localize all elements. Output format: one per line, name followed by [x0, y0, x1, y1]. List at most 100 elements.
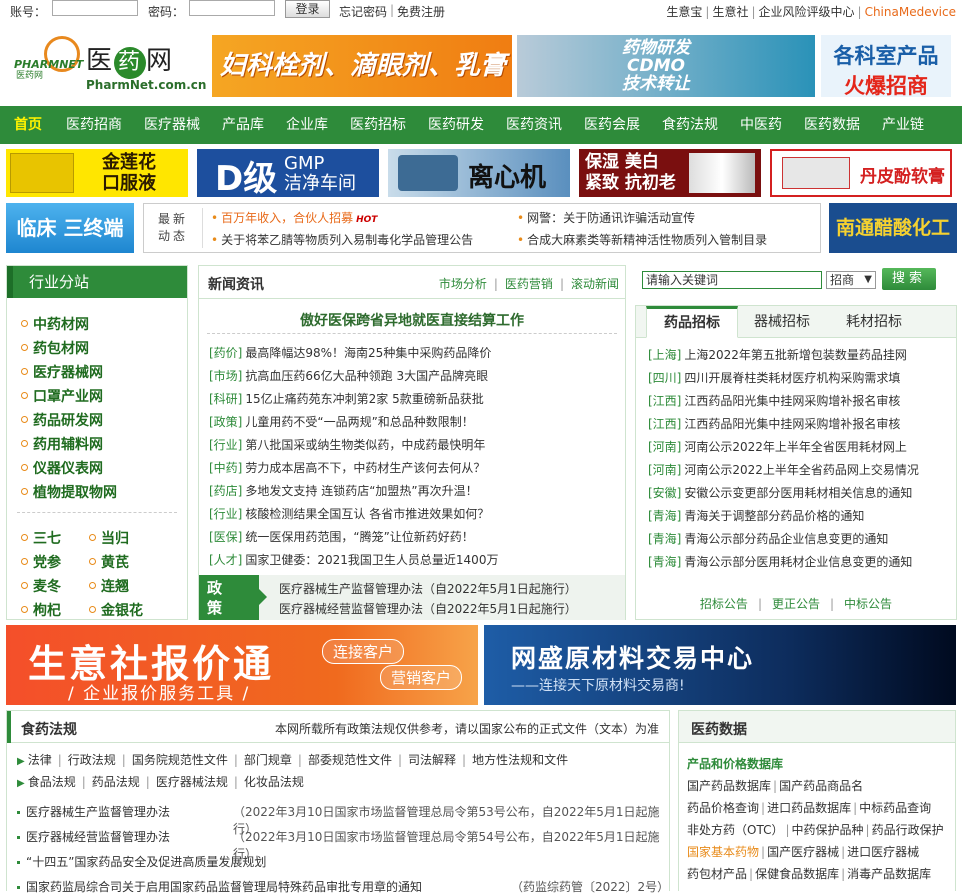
law-cat-link[interactable]: 食品法规 [28, 775, 76, 789]
link-market-analysis[interactable]: 市场分析 [439, 277, 487, 291]
data-link[interactable]: 消毒产品数据库 [847, 867, 931, 881]
register-link[interactable]: 免费注册 [397, 3, 445, 20]
news-row[interactable]: [行业] 第八批国采或纳生物类似药，中成药最快明年 [209, 436, 485, 453]
data-link[interactable]: 药品价格查询 [687, 801, 759, 815]
data-link[interactable]: 中药保护品种 [792, 823, 864, 837]
nav-home[interactable]: 首页 [14, 106, 42, 144]
news-row[interactable]: [药店] 多地发文支持 连锁药店“加盟热”再次升温！ [209, 482, 478, 499]
law-row[interactable]: 医疗器械经营监督管理办法 [17, 828, 170, 845]
ad-skincare[interactable]: 保湿 美白 紧致 抗初老 [579, 149, 761, 197]
herb-link[interactable]: 当归 [89, 528, 129, 548]
account-input[interactable] [52, 0, 138, 16]
login-button[interactable]: 登录 [285, 0, 330, 18]
sidebar-item[interactable]: 植物提取物网 [21, 482, 117, 502]
banner-raw-materials[interactable]: 网盛原材料交易中心 ——连接天下原材料交易商! [484, 625, 956, 705]
nav-data[interactable]: 医药数据 [804, 106, 860, 144]
law-cat-link[interactable]: 化妆品法规 [244, 775, 304, 789]
banner-gynecology[interactable]: 妇科栓剂、滴眼剂、乳膏剂 [212, 35, 512, 97]
law-cat-link[interactable]: 地方性法规和文件 [472, 753, 568, 767]
medical-data-subtitle[interactable]: 产品和价格数据库 [687, 755, 783, 772]
bid-row[interactable]: [河南] 河南公示2022年上半年全省医用耗材网上 [648, 438, 907, 455]
bid-row[interactable]: [安徽] 安徽公示变更部分医用耗材相关信息的通知 [648, 484, 912, 501]
news-row[interactable]: [政策] 儿童用药不受“一品两规”和总品种数限制！ [209, 413, 474, 430]
bid-row[interactable]: [河南] 河南公示2022上半年全省药品网上交易情况 [648, 461, 919, 478]
search-button[interactable]: 搜索 [882, 268, 936, 290]
link-correction-notice[interactable]: 更正公告 [772, 597, 820, 611]
nav-news[interactable]: 医药资讯 [506, 106, 562, 144]
policy-link[interactable]: 医疗器械经营监督管理办法（自2022年5月1日起施行） [279, 600, 577, 617]
herb-link[interactable]: 金银花 [89, 600, 143, 620]
bid-row[interactable]: [江西] 江西药品阳光集中挂网采购增补报名审核 [648, 415, 900, 432]
news-headline[interactable]: 傲好医保跨省异地就医直接结算工作 [199, 310, 625, 330]
ticker-item[interactable]: • 合成大麻素类等新精神活性物质列入管制目录 [517, 231, 767, 248]
data-link[interactable]: 国产药品数据库 [687, 779, 771, 793]
data-link[interactable]: 非处方药（OTC） [687, 823, 783, 837]
policy-link[interactable]: 医疗器械生产监督管理办法（自2022年5月1日起施行） [279, 580, 577, 597]
herb-link[interactable]: 麦冬 [21, 576, 61, 596]
bid-row[interactable]: [上海] 上海2022年第五批新增包装数量药品挂网 [648, 346, 907, 363]
law-row[interactable]: “十四五”国家药品安全及促进高质量发展规划 [17, 853, 266, 870]
nav-products[interactable]: 产品库 [222, 106, 264, 144]
nav-bidding[interactable]: 医药招标 [350, 106, 406, 144]
law-cat-link[interactable]: 部委规范性文件 [308, 753, 392, 767]
data-link[interactable]: 国产药品商品名 [779, 779, 863, 793]
law-cat-link[interactable]: 法律 [28, 753, 52, 767]
herb-link[interactable]: 黄芪 [89, 552, 129, 572]
law-cat-link[interactable]: 药品法规 [92, 775, 140, 789]
search-category-select[interactable]: 招商 ▼ [826, 271, 876, 289]
ticker-item[interactable]: • 网警：关于防通讯诈骗活动宣传 [517, 209, 695, 226]
top-link-shengyishe[interactable]: 生意社 [712, 5, 748, 19]
herb-link[interactable]: 连翘 [89, 576, 129, 596]
link-marketing[interactable]: 医药营销 [505, 277, 553, 291]
sidebar-item[interactable]: 药包材网 [21, 338, 89, 358]
forgot-password-link[interactable]: 忘记密码 [339, 3, 387, 20]
herb-link[interactable]: 三七 [21, 528, 61, 548]
sidebar-item[interactable]: 口罩产业网 [21, 386, 103, 406]
news-row[interactable]: [医保] 统一医保用药范围，“腾笼”让位新药好药！ [209, 528, 474, 545]
tab-drug-bidding[interactable]: 药品招标 [646, 306, 738, 338]
tab-device-bidding[interactable]: 器械招标 [742, 306, 822, 338]
sidebar-item[interactable]: 药品研发网 [21, 410, 103, 430]
law-cat-link[interactable]: 行政法规 [68, 753, 116, 767]
top-link-risk-center[interactable]: 企业风险评级中心 [759, 5, 855, 19]
news-row[interactable]: [科研] 15亿止痛药苑东冲刺第2家 5款重磅新品获批 [209, 390, 484, 407]
data-link[interactable]: 国产医疗器械 [767, 845, 839, 859]
nav-companies[interactable]: 企业库 [286, 106, 328, 144]
site-logo[interactable]: PHARMNET 医药网 医药网 PharmNet.com.cn [14, 36, 206, 96]
bid-row[interactable]: [青海] 青海公示部分医用耗材企业信息变更的通知 [648, 553, 912, 570]
search-input[interactable]: 请输入关键词 [642, 271, 822, 289]
sidebar-item[interactable]: 中药材网 [21, 314, 89, 334]
news-row[interactable]: [中药] 劳力成本居高不下，中药材生产该何去何从？ [209, 459, 485, 476]
nav-rnd[interactable]: 医药研发 [428, 106, 484, 144]
ticker-item[interactable]: • 关于将苯乙腈等物质列入易制毒化学品管理公告 [211, 231, 473, 248]
banner-department-products[interactable]: 各科室产品 火爆招商 [821, 35, 951, 97]
link-bid-notice[interactable]: 招标公告 [700, 597, 748, 611]
nav-exhibitions[interactable]: 医药会展 [584, 106, 640, 144]
link-rolling-news[interactable]: 滚动新闻 [571, 277, 619, 291]
sidebar-item[interactable]: 仪器仪表网 [21, 458, 103, 478]
news-row[interactable]: [行业] 核酸检测结果全国互认 各省市推进效果如何？ [209, 505, 489, 522]
data-link[interactable]: 中标药品查询 [859, 801, 931, 815]
bid-row[interactable]: [江西] 江西药品阳光集中挂网采购增补报名审核 [648, 392, 900, 409]
ticker-item[interactable]: • 百万年收入，合伙人招募 HOT [211, 209, 377, 226]
bid-row[interactable]: [青海] 青海关于调整部分药品价格的通知 [648, 507, 864, 524]
law-cat-link[interactable]: 部门规章 [244, 753, 292, 767]
herb-link[interactable]: 党参 [21, 552, 61, 572]
ad-centrifuge[interactable]: 离心机 [388, 149, 570, 197]
ad-nantong-acetic[interactable]: 南通醋酸化工 [829, 203, 957, 253]
sidebar-item[interactable]: 医疗器械网 [21, 362, 103, 382]
data-link[interactable]: 药品行政保护 [872, 823, 944, 837]
data-link[interactable]: 药包材产品 [687, 867, 747, 881]
law-row[interactable]: 医疗器械生产监督管理办法 [17, 803, 170, 820]
bid-row[interactable]: [四川] 四川开展脊柱类耗材医疗机构采购需求填 [648, 369, 900, 386]
ad-jinlianhua[interactable]: 金莲花 口服液 [6, 149, 188, 197]
banner-quote-service[interactable]: 生意社报价通 / 企业报价服务工具 / 连接客户 营销客户 [6, 625, 478, 705]
banner-cdmo[interactable]: 药物研发 CDMO 技术转让 [517, 35, 815, 97]
news-row[interactable]: [人才] 国家卫健委：2021我国卫生人员总量近1400万 [209, 551, 498, 568]
nav-regulations[interactable]: 食药法规 [662, 106, 718, 144]
nav-devices[interactable]: 医疗器械 [144, 106, 200, 144]
data-link[interactable]: 进口药品数据库 [767, 801, 851, 815]
news-row[interactable]: [药价] 最高降幅达98%！海南25种集中采购药品降价 [209, 344, 491, 361]
data-link[interactable]: 保健食品数据库 [755, 867, 839, 881]
law-row[interactable]: 国家药监局综合司关于启用国家药品监督管理局特殊药品审批专用章的通知 [17, 878, 422, 895]
